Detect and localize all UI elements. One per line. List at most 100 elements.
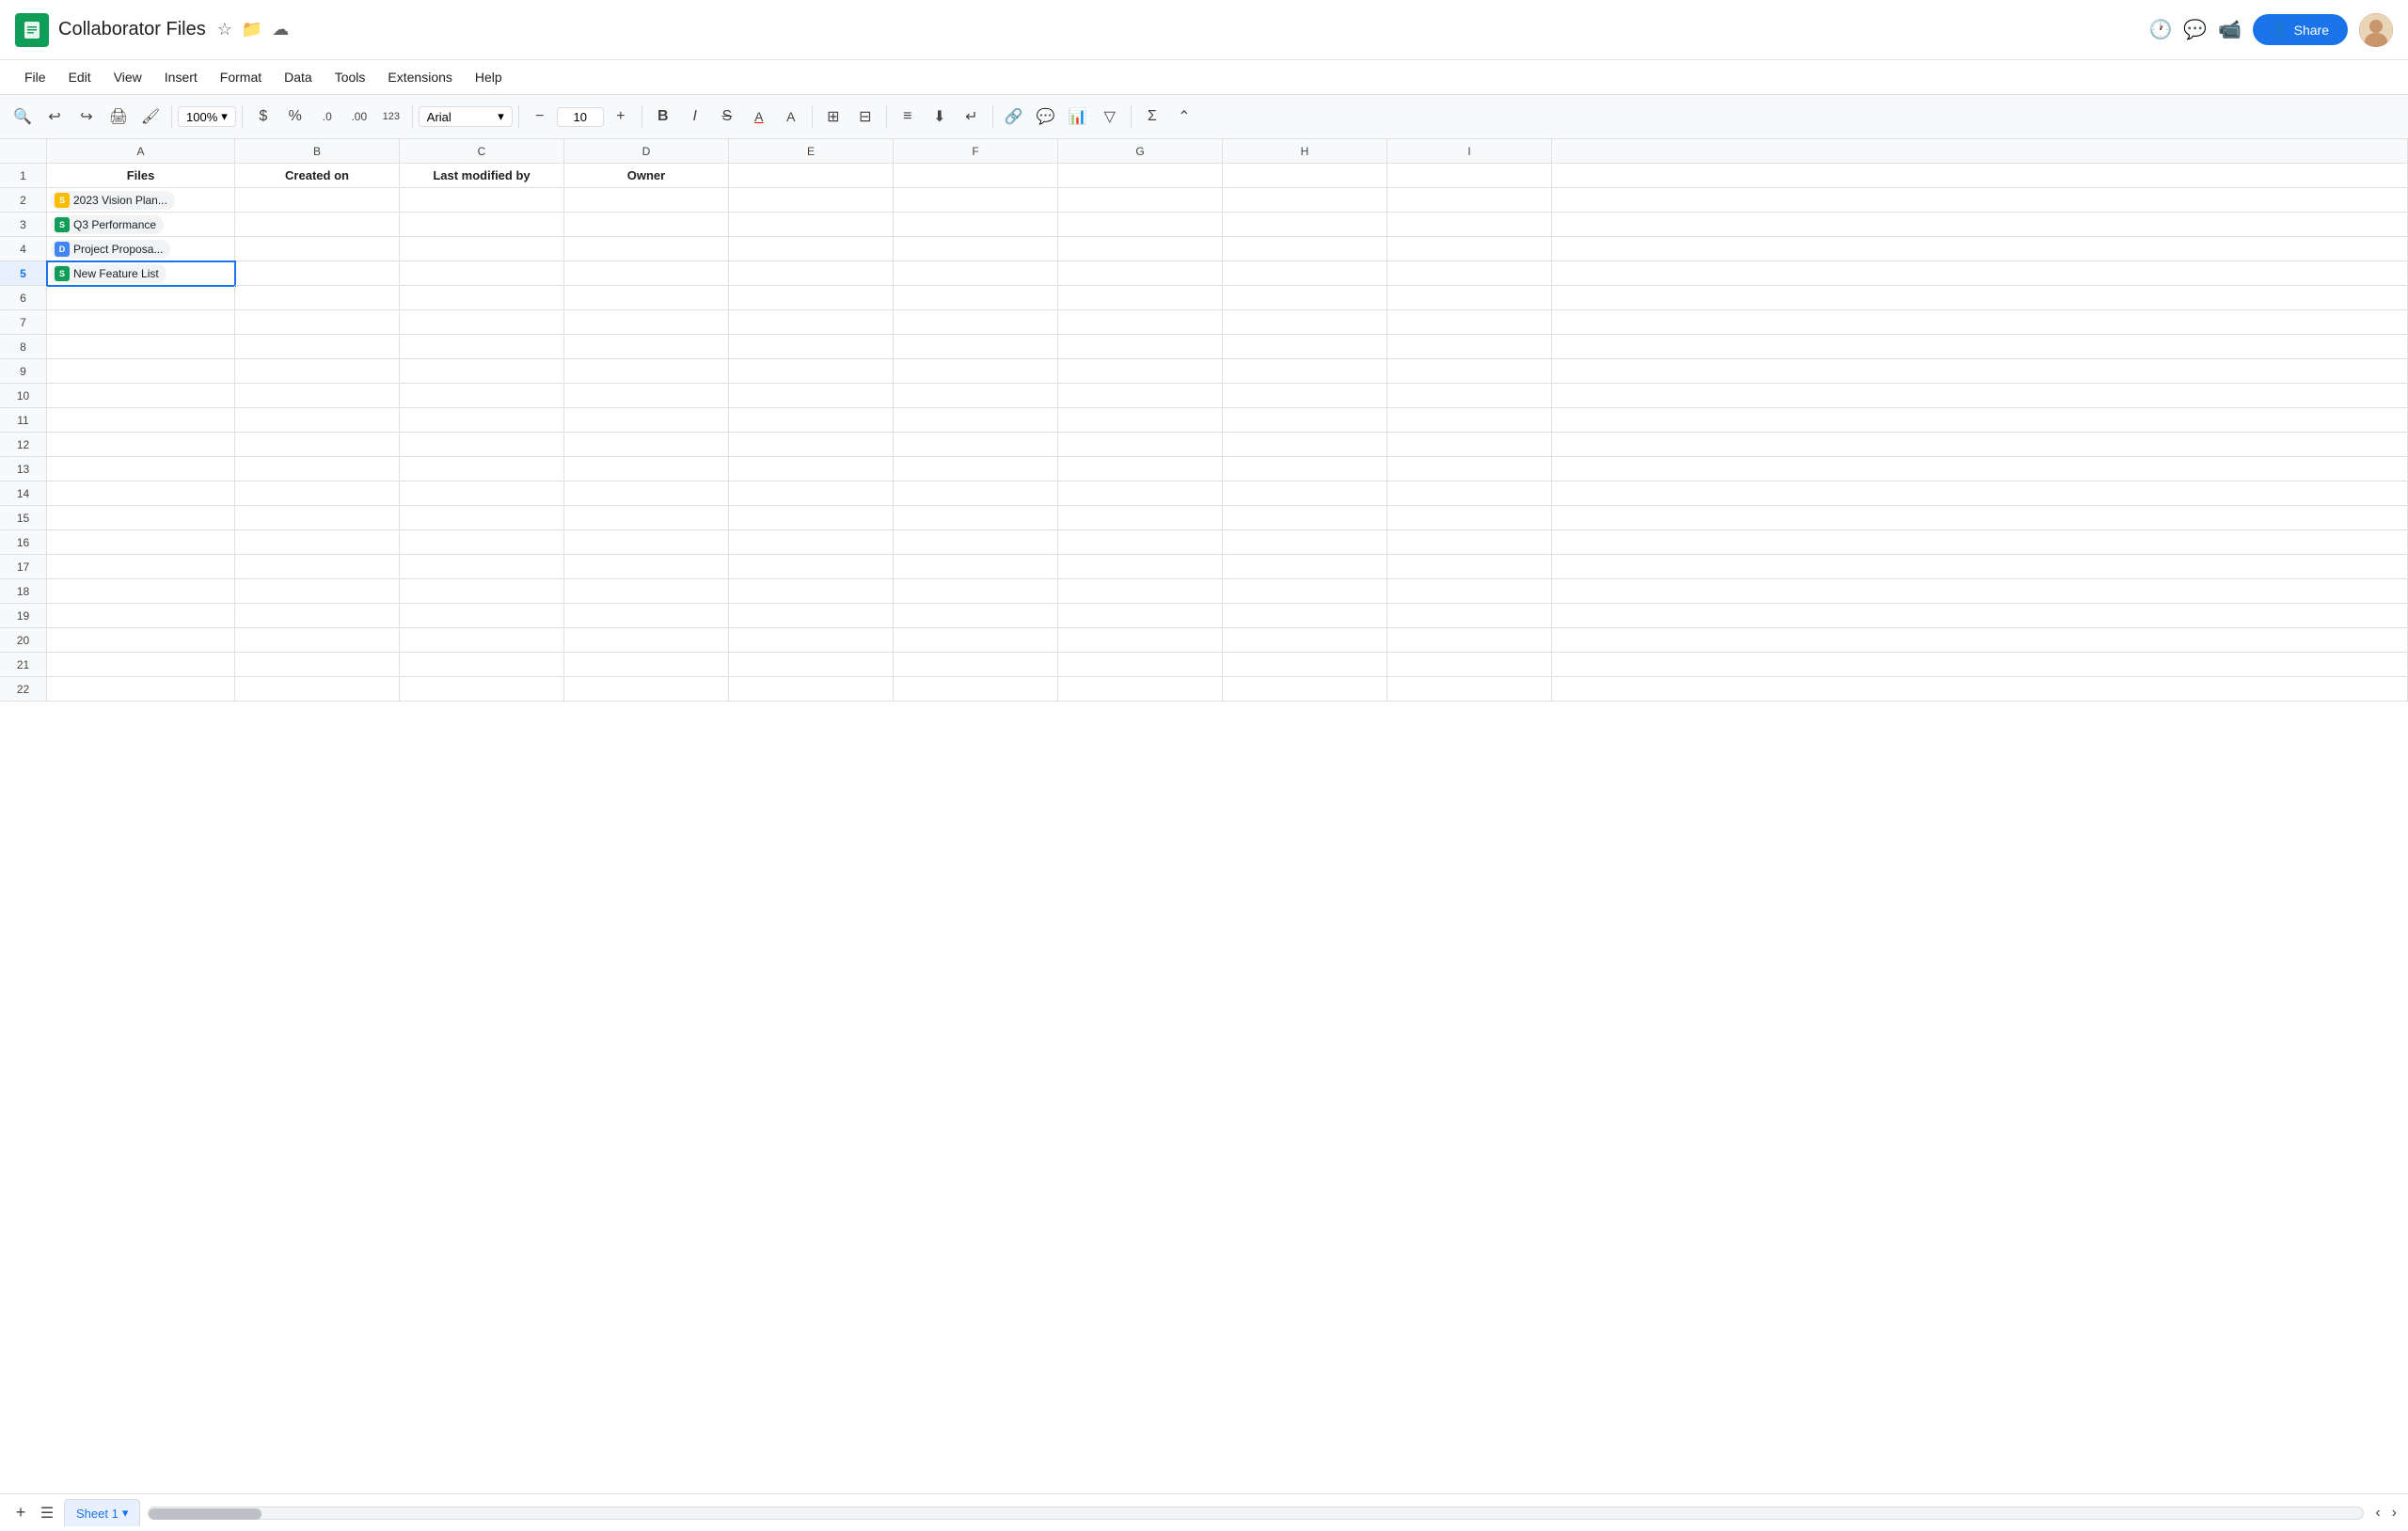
font-size-control[interactable]: 10 (557, 107, 604, 127)
cell-e6[interactable] (729, 286, 894, 310)
cell-g1[interactable] (1058, 164, 1223, 188)
cell-h14[interactable] (1223, 481, 1387, 506)
cell-a15[interactable] (47, 506, 235, 530)
cell-e12[interactable] (729, 433, 894, 457)
col-header-i[interactable]: I (1387, 139, 1552, 163)
row-num-15[interactable]: 15 (0, 506, 47, 530)
cell-i9[interactable] (1387, 359, 1552, 384)
cell-b4[interactable] (235, 237, 400, 261)
highlight-color-button[interactable]: A (776, 102, 806, 132)
row-num-1[interactable]: 1 (0, 164, 47, 188)
cell-b8[interactable] (235, 335, 400, 359)
row-num-5[interactable]: 5 (0, 261, 47, 286)
cell-c3[interactable] (400, 213, 564, 237)
cell-h15[interactable] (1223, 506, 1387, 530)
cell-d22[interactable] (564, 677, 729, 702)
cell-b14[interactable] (235, 481, 400, 506)
cell-b2[interactable] (235, 188, 400, 213)
cell-a20[interactable] (47, 628, 235, 653)
row-num-14[interactable]: 14 (0, 481, 47, 506)
cell-a2[interactable]: S 2023 Vision Plan... (47, 188, 235, 213)
cell-b5[interactable] (235, 261, 400, 286)
cell-e20[interactable] (729, 628, 894, 653)
cell-b15[interactable] (235, 506, 400, 530)
row-num-3[interactable]: 3 (0, 213, 47, 237)
cell-g9[interactable] (1058, 359, 1223, 384)
cell-c1[interactable]: Last modified by (400, 164, 564, 188)
cell-f5[interactable] (894, 261, 1058, 286)
cell-i5[interactable] (1387, 261, 1552, 286)
cell-b13[interactable] (235, 457, 400, 481)
scrollbar-thumb[interactable] (149, 1508, 261, 1520)
format-number-button[interactable]: 123 (376, 102, 406, 132)
col-header-b[interactable]: B (235, 139, 400, 163)
cell-b7[interactable] (235, 310, 400, 335)
row-num-13[interactable]: 13 (0, 457, 47, 481)
cell-h12[interactable] (1223, 433, 1387, 457)
row-num-20[interactable]: 20 (0, 628, 47, 653)
col-header-f[interactable]: F (894, 139, 1058, 163)
cell-f15[interactable] (894, 506, 1058, 530)
cell-c7[interactable] (400, 310, 564, 335)
cell-c14[interactable] (400, 481, 564, 506)
link-button[interactable]: 🔗 (999, 102, 1029, 132)
cell-g10[interactable] (1058, 384, 1223, 408)
cell-h11[interactable] (1223, 408, 1387, 433)
cell-h18[interactable] (1223, 579, 1387, 604)
cell-a19[interactable] (47, 604, 235, 628)
cell-g7[interactable] (1058, 310, 1223, 335)
cell-d16[interactable] (564, 530, 729, 555)
cell-d20[interactable] (564, 628, 729, 653)
cell-e10[interactable] (729, 384, 894, 408)
cell-b19[interactable] (235, 604, 400, 628)
cell-d11[interactable] (564, 408, 729, 433)
file-chip-docs[interactable]: D Project Proposa... (51, 240, 170, 259)
row-num-4[interactable]: 4 (0, 237, 47, 261)
cell-c13[interactable] (400, 457, 564, 481)
row-num-7[interactable]: 7 (0, 310, 47, 335)
cell-b18[interactable] (235, 579, 400, 604)
row-num-6[interactable]: 6 (0, 286, 47, 310)
horizontal-scrollbar[interactable] (148, 1507, 2364, 1520)
file-chip-sheets[interactable]: S Q3 Performance (51, 215, 164, 234)
cell-d10[interactable] (564, 384, 729, 408)
cell-i8[interactable] (1387, 335, 1552, 359)
cell-a14[interactable] (47, 481, 235, 506)
cell-d13[interactable] (564, 457, 729, 481)
cell-c6[interactable] (400, 286, 564, 310)
cell-d7[interactable] (564, 310, 729, 335)
align-button[interactable]: ≡ (893, 102, 923, 132)
cell-i10[interactable] (1387, 384, 1552, 408)
cell-c21[interactable] (400, 653, 564, 677)
cell-g14[interactable] (1058, 481, 1223, 506)
menu-edit[interactable]: Edit (59, 66, 101, 88)
cell-g5[interactable] (1058, 261, 1223, 286)
scroll-left-icon[interactable]: ‹ (2371, 1501, 2384, 1525)
cell-e14[interactable] (729, 481, 894, 506)
row-num-11[interactable]: 11 (0, 408, 47, 433)
filter-button[interactable]: ▽ (1095, 102, 1125, 132)
cell-h19[interactable] (1223, 604, 1387, 628)
cell-f20[interactable] (894, 628, 1058, 653)
cell-a10[interactable] (47, 384, 235, 408)
cell-c12[interactable] (400, 433, 564, 457)
cell-f22[interactable] (894, 677, 1058, 702)
grid-scroll[interactable]: 1 Files Created on Last modified by Owne… (0, 164, 2408, 1493)
cell-c15[interactable] (400, 506, 564, 530)
menu-help[interactable]: Help (466, 66, 512, 88)
search-button[interactable]: 🔍 (8, 102, 38, 132)
cell-h22[interactable] (1223, 677, 1387, 702)
star-icon[interactable]: ☆ (217, 20, 232, 39)
row-num-17[interactable]: 17 (0, 555, 47, 579)
menu-data[interactable]: Data (275, 66, 322, 88)
folder-icon[interactable]: 📁 (242, 20, 262, 39)
cell-h8[interactable] (1223, 335, 1387, 359)
cell-h2[interactable] (1223, 188, 1387, 213)
cell-b9[interactable] (235, 359, 400, 384)
cell-e1[interactable] (729, 164, 894, 188)
cell-i16[interactable] (1387, 530, 1552, 555)
add-sheet-button[interactable]: + (8, 1500, 34, 1526)
cell-i7[interactable] (1387, 310, 1552, 335)
cell-d3[interactable] (564, 213, 729, 237)
cell-d18[interactable] (564, 579, 729, 604)
